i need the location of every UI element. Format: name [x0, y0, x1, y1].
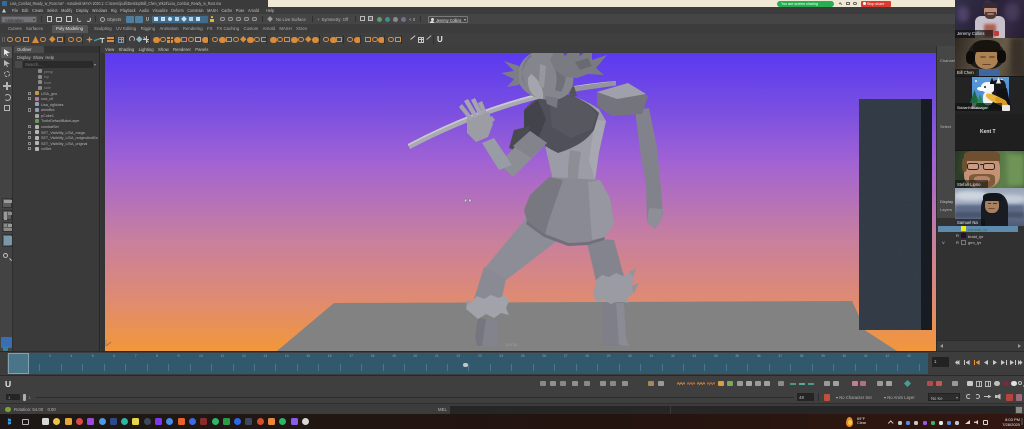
svg-text:persp: persp — [506, 342, 518, 347]
